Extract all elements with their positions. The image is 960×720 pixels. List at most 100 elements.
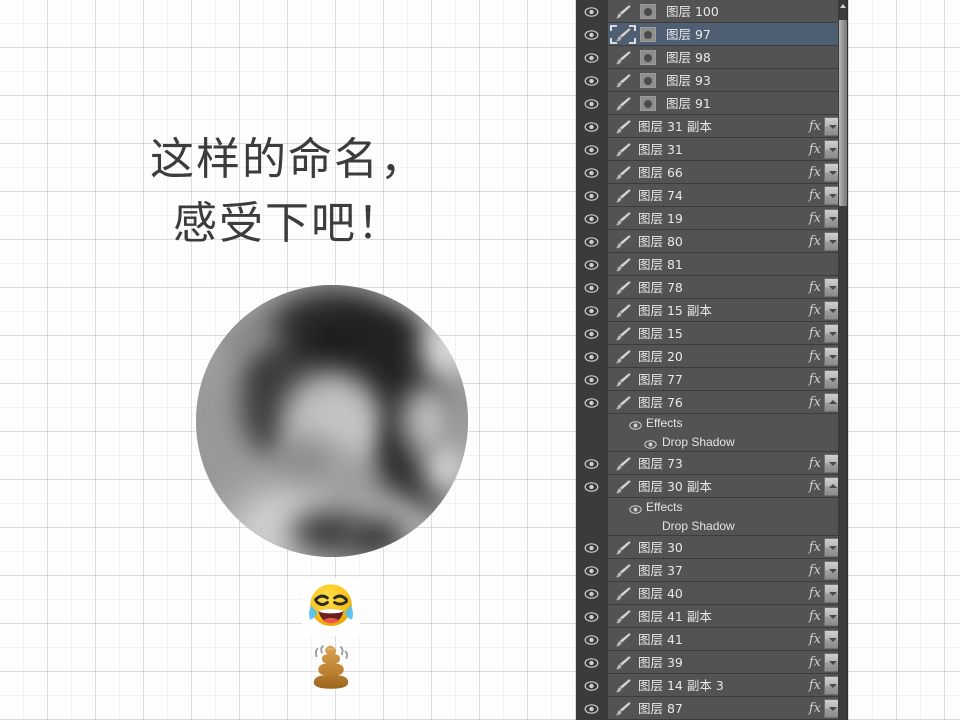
brush-thumbnail-icon[interactable] [614, 188, 632, 203]
layer-effects-fx-icon[interactable]: fx [809, 164, 821, 181]
brush-thumbnail-icon[interactable] [614, 540, 632, 555]
layer-effects-fx-icon[interactable]: fx [809, 371, 821, 388]
layer-row[interactable]: 图层 31 fx [576, 138, 847, 161]
effect-visibility-toggle[interactable] [576, 517, 607, 536]
brush-thumbnail-icon[interactable] [614, 701, 632, 716]
brush-thumbnail-icon[interactable] [614, 586, 632, 601]
layer-row[interactable]: 图层 15 fx [576, 322, 847, 345]
layer-visibility-toggle[interactable] [576, 322, 607, 344]
layer-mask-thumbnail[interactable] [640, 96, 656, 111]
layer-visibility-toggle[interactable] [576, 628, 607, 650]
brush-thumbnail-icon[interactable] [614, 280, 632, 295]
layer-effects-fx-icon[interactable]: fx [809, 233, 821, 250]
layer-visibility-toggle[interactable] [576, 536, 607, 558]
layer-visibility-toggle[interactable] [576, 115, 607, 137]
brush-thumbnail-icon[interactable] [614, 632, 632, 647]
layer-effects-fx-icon[interactable]: fx [809, 348, 821, 365]
scrollbar-thumb[interactable] [839, 20, 847, 206]
brush-thumbnail-icon[interactable] [614, 303, 632, 318]
layer-visibility-toggle[interactable] [576, 368, 607, 390]
layer-visibility-toggle[interactable] [576, 276, 607, 298]
brush-thumbnail-icon[interactable] [614, 563, 632, 578]
scroll-up-arrow-icon[interactable] [838, 0, 847, 11]
layer-visibility-toggle[interactable] [576, 452, 607, 474]
layer-mask-thumbnail[interactable] [640, 50, 656, 65]
layer-row[interactable]: 图层 19 fx [576, 207, 847, 230]
layer-effects-fx-icon[interactable]: fx [809, 700, 821, 717]
effect-item-row[interactable]: Drop Shadow [576, 433, 847, 452]
layer-row[interactable]: 图层 31 副本 fx [576, 115, 847, 138]
layer-visibility-toggle[interactable] [576, 138, 607, 160]
effect-visibility-toggle[interactable] [576, 433, 607, 452]
layer-row[interactable]: 图层 20 fx [576, 345, 847, 368]
brush-thumbnail-icon[interactable] [614, 609, 632, 624]
brush-thumbnail-icon[interactable] [614, 395, 632, 410]
brush-thumbnail-icon[interactable] [614, 4, 632, 19]
layer-effects-fx-icon[interactable]: fx [809, 608, 821, 625]
layer-visibility-toggle[interactable] [576, 230, 607, 252]
layer-row[interactable]: 图层 41 fx [576, 628, 847, 651]
layer-effects-fx-icon[interactable]: fx [809, 455, 821, 472]
layer-visibility-toggle[interactable] [576, 253, 607, 275]
layer-effects-fx-icon[interactable]: fx [809, 562, 821, 579]
layer-effects-fx-icon[interactable]: fx [809, 478, 821, 495]
layer-mask-thumbnail[interactable] [640, 4, 656, 19]
layer-visibility-toggle[interactable] [576, 92, 607, 114]
effect-visibility-toggle[interactable] [576, 498, 607, 517]
layer-effects-fx-icon[interactable]: fx [809, 654, 821, 671]
effects-group-row[interactable]: Effects [576, 498, 847, 517]
layer-effects-fx-icon[interactable]: fx [809, 210, 821, 227]
layer-effects-fx-icon[interactable]: fx [809, 302, 821, 319]
layer-row[interactable]: 图层 100 [576, 0, 847, 23]
layer-row[interactable]: 图层 37 fx [576, 559, 847, 582]
layer-visibility-toggle[interactable] [576, 23, 607, 45]
brush-thumbnail-icon[interactable] [614, 678, 632, 693]
layer-visibility-toggle[interactable] [576, 161, 607, 183]
effects-group-row[interactable]: Effects [576, 414, 847, 433]
layer-visibility-toggle[interactable] [576, 475, 607, 497]
layer-row[interactable]: 图层 15 副本 fx [576, 299, 847, 322]
brush-thumbnail-icon[interactable] [614, 479, 632, 494]
brush-thumbnail-icon[interactable] [614, 142, 632, 157]
brush-thumbnail-icon[interactable] [614, 655, 632, 670]
layer-visibility-toggle[interactable] [576, 207, 607, 229]
effect-item-row[interactable]: Drop Shadow [576, 517, 847, 536]
layer-row[interactable]: 图层 74 fx [576, 184, 847, 207]
brush-thumbnail-icon[interactable] [614, 326, 632, 341]
layer-effects-fx-icon[interactable]: fx [809, 394, 821, 411]
layer-visibility-toggle[interactable] [576, 559, 607, 581]
layer-visibility-toggle[interactable] [576, 46, 607, 68]
brush-thumbnail-icon[interactable] [614, 257, 632, 272]
layer-row[interactable]: 图层 91 [576, 92, 847, 115]
layer-row[interactable]: 图层 39 fx [576, 651, 847, 674]
effect-visibility-toggle[interactable] [576, 414, 607, 433]
layer-row[interactable]: 图层 76 fx [576, 391, 847, 414]
layer-visibility-toggle[interactable] [576, 184, 607, 206]
layer-mask-thumbnail[interactable] [640, 73, 656, 88]
layer-effects-fx-icon[interactable]: fx [809, 279, 821, 296]
layer-row[interactable]: 图层 80 fx [576, 230, 847, 253]
layers-panel[interactable]: 图层 100 图层 97 图层 98 图层 93 图层 91 图层 31 副本 fx 图层 3… [576, 0, 847, 720]
layer-visibility-toggle[interactable] [576, 345, 607, 367]
layer-effects-fx-icon[interactable]: fx [809, 141, 821, 158]
layer-row[interactable]: 图层 41 副本 fx [576, 605, 847, 628]
layer-row[interactable]: 图层 66 fx [576, 161, 847, 184]
layer-row[interactable]: 图层 14 副本 3 fx [576, 674, 847, 697]
layer-effects-fx-icon[interactable]: fx [809, 118, 821, 135]
layer-row[interactable]: 图层 87 fx [576, 697, 847, 720]
layer-row[interactable]: 图层 93 [576, 69, 847, 92]
layer-row[interactable]: 图层 77 fx [576, 368, 847, 391]
layer-effects-fx-icon[interactable]: fx [809, 631, 821, 648]
brush-thumbnail-icon[interactable] [614, 234, 632, 249]
layer-row[interactable]: 图层 73 fx [576, 452, 847, 475]
layer-row[interactable]: 图层 30 fx [576, 536, 847, 559]
layer-visibility-toggle[interactable] [576, 674, 607, 696]
layer-visibility-toggle[interactable] [576, 0, 607, 22]
layer-effects-fx-icon[interactable]: fx [809, 677, 821, 694]
brush-thumbnail-icon[interactable] [614, 165, 632, 180]
brush-thumbnail-icon[interactable] [614, 96, 632, 111]
layer-visibility-toggle[interactable] [576, 605, 607, 627]
layer-row[interactable]: 图层 40 fx [576, 582, 847, 605]
layers-scrollbar[interactable] [838, 0, 847, 720]
layer-effects-fx-icon[interactable]: fx [809, 539, 821, 556]
